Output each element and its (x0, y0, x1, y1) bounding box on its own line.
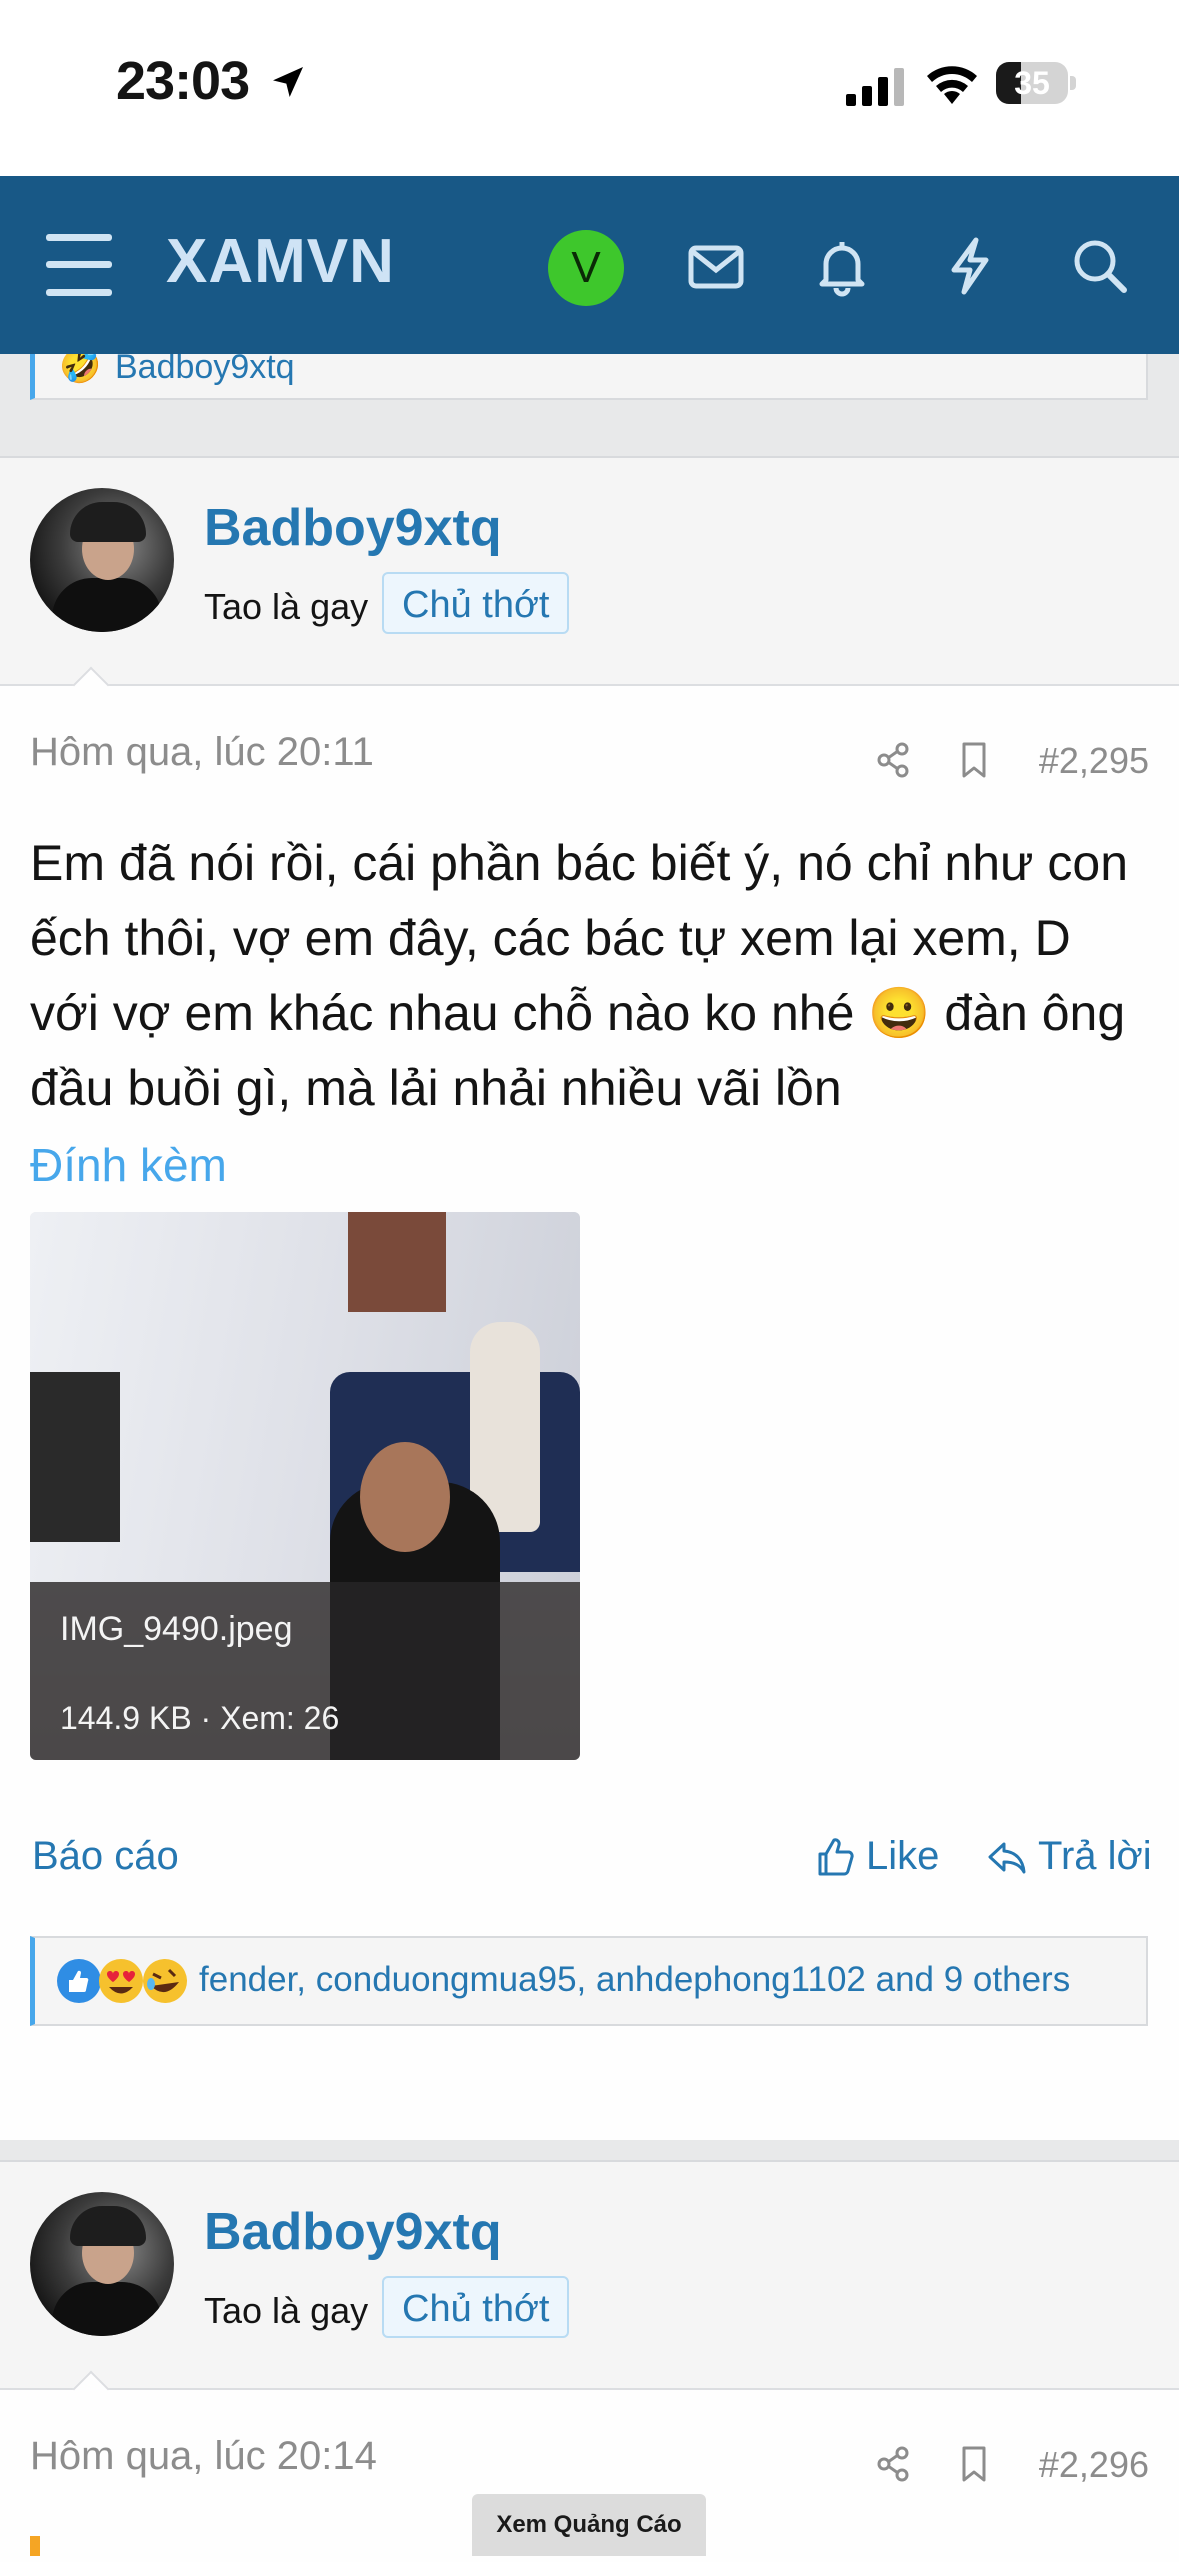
top-nav-bar: XAMVN V (0, 176, 1179, 354)
post-user-header: Badboy9xtq Tao là gay Chủ thớt (0, 458, 1179, 686)
post-number[interactable]: #2,295 (1039, 740, 1149, 782)
report-link[interactable]: Báo cáo (32, 1834, 179, 1879)
inbox-mail-icon[interactable] (678, 228, 754, 304)
reply-arrow-icon[interactable] (986, 1836, 1028, 1878)
post-separator (0, 2140, 1179, 2160)
attachment-filename: IMG_9490.jpeg (60, 1610, 293, 1648)
bell-icon[interactable] (804, 228, 880, 304)
menu-icon[interactable] (46, 234, 112, 296)
user-avatar-photo[interactable] (30, 488, 174, 632)
location-arrow-icon (273, 67, 303, 97)
status-bar: 23:03 35 (0, 0, 1179, 176)
cellular-signal-icon (846, 68, 904, 106)
status-time: 23:03 (116, 51, 250, 111)
user-avatar[interactable]: V (548, 230, 624, 306)
user-title: Tao là gay (204, 586, 369, 627)
thread-starter-badge: Chủ thớt (382, 2276, 570, 2338)
battery-level: 35 (1014, 65, 1050, 101)
share-icon[interactable] (871, 2442, 915, 2486)
thread-starter-badge: Chủ thớt (382, 572, 570, 634)
search-icon[interactable] (1062, 228, 1138, 304)
reactions-bar[interactable]: fender, conduongmua95, anhdephong1102 an… (30, 1936, 1148, 2026)
previous-post-reactions[interactable]: 🤣 Badboy9xtq (30, 347, 1148, 400)
post-message: Em đã nói rồi, cái phần bác biết ý, nó c… (30, 835, 1128, 1116)
share-icon[interactable] (871, 738, 915, 782)
post-user-header: Badboy9xtq Tao là gay Chủ thớt (0, 2162, 1179, 2390)
site-logo[interactable]: XAMVN (166, 226, 395, 297)
reply-button[interactable]: Trả lời (1038, 1834, 1152, 1879)
bookmark-icon[interactable] (952, 738, 996, 782)
view-ad-tab[interactable]: Xem Quảng Cáo (472, 2494, 706, 2556)
battery-icon: 35 (996, 62, 1078, 106)
attachment-meta: 144.9 KB · Xem: 26 (60, 1700, 340, 1736)
post-date[interactable]: Hôm qua, lúc 20:11 (30, 730, 374, 775)
attachment-thumbnail[interactable]: IMG_9490.jpeg 144.9 KB · Xem: 26 (30, 1212, 580, 1760)
reaction-users[interactable]: fender, conduongmua95, anhdephong1102 an… (199, 1960, 1070, 2000)
post-number[interactable]: #2,296 (1039, 2444, 1149, 2486)
bookmark-icon[interactable] (952, 2442, 996, 2486)
like-button[interactable]: Like (866, 1834, 939, 1879)
post-accent-bar (30, 2536, 40, 2556)
reaction-emojis-icon (57, 1959, 187, 2003)
user-title: Tao là gay (204, 2290, 369, 2331)
post-username[interactable]: Badboy9xtq (204, 2202, 502, 2262)
lightning-bolt-icon[interactable] (932, 228, 1008, 304)
attachments-heading: Đính kèm (30, 1139, 227, 1191)
post-date[interactable]: Hôm qua, lúc 20:14 (30, 2434, 377, 2479)
thumbs-up-icon[interactable] (814, 1836, 856, 1878)
post-username[interactable]: Badboy9xtq (204, 498, 502, 558)
post-2295: Badboy9xtq Tao là gay Chủ thớt Hôm qua, … (0, 456, 1179, 2142)
wifi-icon (927, 66, 977, 104)
user-avatar-photo[interactable] (30, 2192, 174, 2336)
